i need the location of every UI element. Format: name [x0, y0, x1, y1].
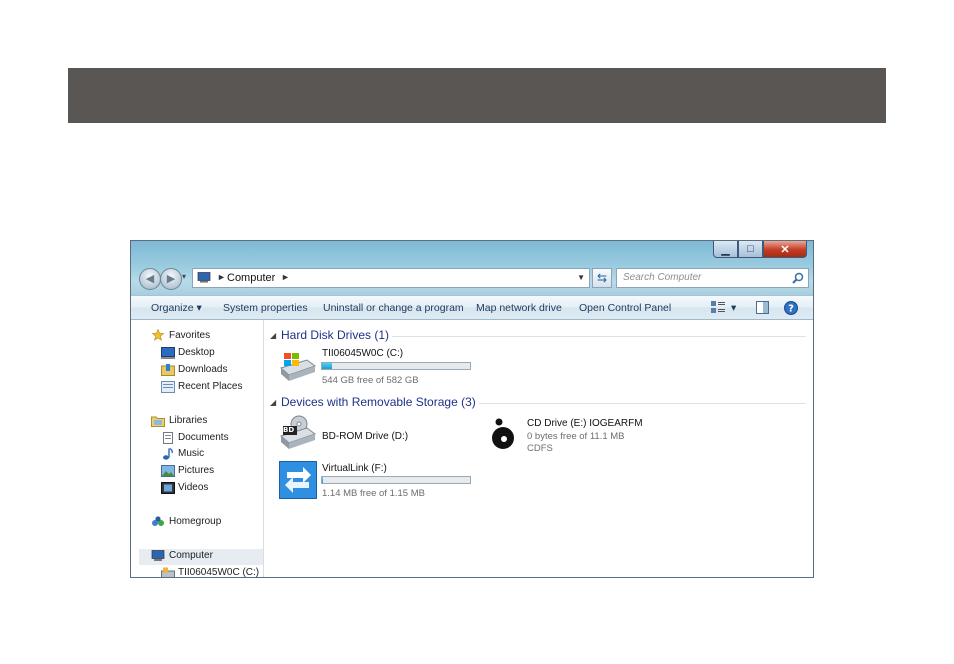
nav-desktop[interactable]: Desktop [178, 347, 215, 358]
desktop-icon [161, 347, 175, 359]
navigation-pane: Favorites Desktop Downloads Recent Place… [131, 320, 264, 577]
breadcrumb-computer[interactable]: Computer [227, 272, 275, 284]
collapse-arrow-icon[interactable]: ◢ [270, 331, 276, 340]
close-button[interactable]: ✕ [763, 241, 807, 258]
nav-videos[interactable]: Videos [178, 482, 208, 493]
computer-icon [197, 272, 211, 283]
window-controls: ▁ □ ✕ [713, 241, 807, 258]
nav-computer[interactable]: Computer [169, 550, 213, 561]
nav-downloads[interactable]: Downloads [178, 364, 227, 375]
open-control-panel-button[interactable]: Open Control Panel [579, 302, 671, 314]
top-banner [68, 68, 886, 123]
uninstall-program-button[interactable]: Uninstall or change a program [323, 302, 464, 314]
system-properties-button[interactable]: System properties [223, 302, 308, 314]
recent-places-icon [161, 381, 175, 393]
hard-drive-icon [161, 567, 175, 577]
organize-menu[interactable]: Organize ▾ [151, 302, 202, 314]
group-divider [479, 403, 806, 404]
navigation-row: ◀ ▶ ▾ ► Computer ► ▼ ⇆ Search Computer [136, 267, 812, 291]
drive-usage-bar [321, 476, 471, 484]
bd-badge: BD [283, 426, 295, 434]
back-button[interactable]: ◀ [139, 268, 161, 290]
music-icon [163, 448, 173, 460]
search-input[interactable]: Search Computer [616, 268, 809, 288]
star-icon [151, 329, 165, 341]
refresh-button[interactable]: ⇆ [592, 268, 612, 288]
breadcrumb-arrow-icon[interactable]: ► [281, 272, 290, 282]
search-icon[interactable] [792, 272, 804, 284]
minimize-button[interactable]: ▁ [713, 241, 738, 258]
maximize-button[interactable]: □ [738, 241, 763, 258]
videos-icon [161, 482, 175, 494]
drive-usage-bar [321, 362, 471, 370]
drive-label: VirtualLink (F:) [322, 463, 387, 474]
forward-button[interactable]: ▶ [160, 268, 182, 290]
breadcrumb-arrow-icon[interactable]: ► [217, 272, 226, 282]
computer-icon [151, 550, 165, 561]
drive-filesystem: CDFS [527, 443, 553, 454]
nav-documents[interactable]: Documents [178, 432, 229, 443]
virtuallink-drive-icon [279, 461, 317, 499]
preview-pane-icon[interactable] [756, 301, 769, 314]
map-network-drive-button[interactable]: Map network drive [476, 302, 562, 314]
windows-hard-drive-icon [279, 353, 317, 381]
nav-recent-places[interactable]: Recent Places [178, 381, 242, 392]
collapse-arrow-icon[interactable]: ◢ [270, 398, 276, 407]
change-view-icon[interactable] [711, 301, 725, 314]
homegroup-icon [152, 516, 164, 526]
search-placeholder: Search Computer [623, 272, 702, 283]
drive-usage-fill [322, 477, 324, 483]
drive-free-space: 0 bytes free of 11.1 MB [527, 431, 625, 442]
documents-icon [163, 432, 173, 444]
svg-text:?: ? [788, 304, 794, 315]
nav-homegroup[interactable]: Homegroup [169, 516, 221, 527]
downloads-icon [161, 364, 175, 376]
explorer-window: ▁ □ ✕ ◀ ▶ ▾ ► Computer ► ▼ ⇆ Search Comp… [130, 240, 814, 578]
group-removable-storage[interactable]: Devices with Removable Storage (3) [281, 395, 476, 409]
group-divider [392, 336, 806, 337]
group-hard-disk-drives[interactable]: Hard Disk Drives (1) [281, 328, 389, 342]
drive-label: CD Drive (E:) IOGEARFM [527, 418, 643, 429]
address-dropdown-icon[interactable]: ▼ [577, 273, 585, 282]
view-dropdown-icon[interactable]: ▾ [731, 302, 736, 314]
drive-label: TII06045W0C (C:) [322, 348, 404, 359]
address-bar[interactable]: ► Computer ► ▼ [192, 268, 590, 288]
libraries-icon [151, 416, 165, 427]
drive-free-space: 544 GB free of 582 GB [322, 375, 419, 386]
iogear-disc-icon [492, 418, 514, 449]
content-pane: ◢ Hard Disk Drives (1) TII06045W0C (C:) … [264, 320, 813, 577]
help-icon[interactable]: ? [784, 301, 798, 315]
drive-label: BD-ROM Drive (D:) [322, 431, 409, 442]
nav-libraries[interactable]: Libraries [169, 415, 207, 426]
nav-pictures[interactable]: Pictures [178, 465, 214, 476]
nav-favorites[interactable]: Favorites [169, 330, 210, 341]
drive-free-space: 1.14 MB free of 1.15 MB [322, 488, 425, 499]
nav-music[interactable]: Music [178, 448, 204, 459]
pictures-icon [161, 465, 175, 477]
command-bar: Organize ▾ System properties Uninstall o… [131, 295, 813, 320]
recent-pages-dropdown[interactable]: ▾ [182, 272, 186, 281]
nav-drive-c[interactable]: TII06045W0C (C:) [178, 567, 259, 577]
drive-usage-fill [322, 363, 332, 369]
